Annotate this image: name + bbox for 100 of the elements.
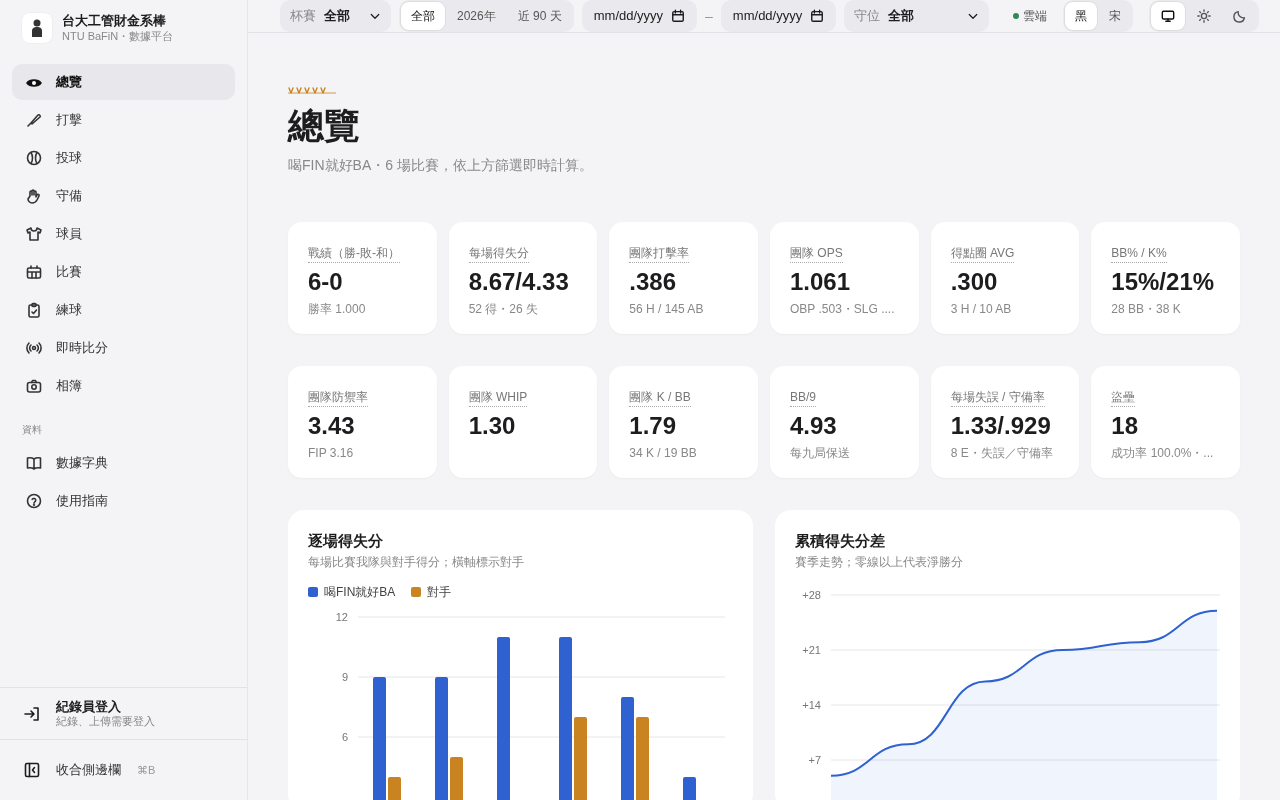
stat-value: 3.43 [308, 411, 356, 442]
sidebar-collapse-icon[interactable] [24, 762, 40, 778]
stat-label: 團隊 WHIP [468, 390, 528, 407]
login-subtitle: 紀錄、上傳需要登入 [56, 714, 155, 729]
page-subtitle: 喝FIN就好BA・6 場比賽，依上方篩選即時計算。 [288, 156, 594, 176]
brand-title: 台大工管財金系棒 [62, 13, 167, 29]
axis-tick-label: 12 [335, 610, 348, 623]
stat-value: 1.33/.929 [950, 411, 1052, 442]
axis-tick-label: 9 [341, 670, 348, 683]
calendar-icon [671, 9, 686, 23]
stat-label: BB% / K% [1111, 246, 1167, 263]
nav-item[interactable]: 比賽 [12, 254, 235, 290]
bar [683, 776, 696, 800]
bat-icon [26, 112, 42, 128]
stat-label: 得點圈 AVG [950, 246, 1015, 263]
nav-item[interactable]: 相簿 [12, 368, 235, 404]
sign-in-icon [24, 705, 40, 722]
stat-value: 1.79 [629, 411, 678, 442]
camera-icon [26, 378, 42, 394]
stat-label: 戰績（勝-敗-和） [308, 246, 400, 263]
nav-item[interactable]: 數據字典 [12, 445, 235, 481]
sync-status: 雲端 [1023, 8, 1048, 25]
nav-item[interactable]: 打擊 [12, 102, 235, 138]
logo-icon [22, 13, 52, 43]
font-toggle[interactable]: 黑 [1065, 2, 1098, 30]
font-toggle[interactable]: 宋 [1099, 2, 1132, 30]
range-tab[interactable]: 近 90 天 [507, 2, 572, 30]
axis-tick-label: +7 [808, 753, 821, 766]
login-button[interactable]: 紀錄員登入 紀錄、上傳需要登入 [0, 688, 247, 740]
stat-label: 每場得失分 [468, 246, 529, 263]
nav-item[interactable]: 球員 [12, 216, 235, 252]
stat-note: 56 H / 145 AB [629, 301, 705, 319]
stat-note: OBP .503・SLG .... [790, 301, 896, 319]
stat-note: 每九局保送 [790, 445, 851, 463]
ball-icon [26, 150, 42, 166]
stat-label: 盜壘 [1111, 390, 1136, 407]
range-tab[interactable]: 全部 [401, 2, 445, 30]
nav-item[interactable]: 投球 [12, 140, 235, 176]
nav-item[interactable]: 守備 [12, 178, 235, 214]
range-tab[interactable]: 2026年 [447, 2, 506, 30]
shirt-icon [26, 226, 42, 242]
nav-item[interactable]: 練球 [12, 292, 235, 328]
brand-subtitle: NTU BaFiN・數據平台 [62, 28, 174, 43]
cup-select[interactable]: 杯賽 全部 [280, 0, 391, 32]
axis-tick-label: +14 [802, 698, 821, 711]
moon-icon [1233, 9, 1248, 23]
stat-value: 4.93 [790, 411, 838, 442]
stat-value: .386 [629, 267, 678, 298]
sun-icon [1197, 9, 1212, 23]
axis-tick-label: 6 [341, 730, 348, 743]
chart-subtitle: 賽季走勢；零線以上代表淨勝分 [795, 553, 964, 571]
monitor-icon [1161, 9, 1176, 23]
stat-value: 6-0 [308, 267, 344, 298]
section-title: 資料 [21, 423, 43, 437]
axis-tick-label: +21 [802, 643, 821, 656]
scoreboard-icon [26, 264, 42, 280]
chart-title: 逐場得失分 [308, 531, 384, 552]
stat-label: 團隊 K / BB [629, 390, 691, 407]
chart-title: 累積得失分差 [795, 531, 886, 552]
stat-note: 成功率 100.0%・... [1111, 445, 1215, 463]
stat-label: 每場失誤 / 守備率 [950, 390, 1045, 407]
glove-icon [26, 188, 42, 204]
page-title: 總覽 [288, 104, 361, 148]
stat-label: BB/9 [790, 390, 816, 407]
stat-value: 18 [1111, 411, 1140, 442]
broadcast-icon [26, 340, 42, 356]
stat-note: 3 H / 10 AB [950, 301, 1013, 319]
clipboard-icon [26, 302, 42, 318]
book-icon [26, 455, 42, 471]
calendar-icon [810, 9, 825, 23]
stat-note: 28 BB・38 K [1111, 301, 1182, 319]
theme-toggle[interactable] [1151, 2, 1186, 30]
nav-item[interactable]: 總覽 [12, 64, 235, 100]
stat-value: 15%/21% [1111, 267, 1216, 298]
stat-label: 團隊打擊率 [629, 246, 690, 263]
login-title: 紀錄員登入 [56, 698, 122, 715]
range-separator: – [705, 6, 713, 26]
date-field[interactable]: mm/dd/yyyy [581, 0, 698, 32]
bar [388, 776, 401, 800]
stat-value: .300 [950, 267, 999, 298]
date-field[interactable]: mm/dd/yyyy [720, 0, 837, 32]
stat-note: 34 K / 19 BB [629, 445, 698, 463]
nav-item[interactable]: 即時比分 [12, 330, 235, 366]
collapse-sidebar-link[interactable]: 收合側邊欄 [56, 760, 121, 780]
legend-swatch [308, 586, 318, 597]
stitch-icon [288, 86, 336, 94]
position-select[interactable]: 守位 全部 [844, 0, 990, 32]
stat-label: 團隊防禦率 [308, 390, 368, 407]
axis-tick-label: +28 [802, 588, 821, 601]
nav-item[interactable]: 使用指南 [12, 483, 235, 519]
stat-note: 勝率 1.000 [308, 301, 367, 319]
help-icon [26, 493, 42, 509]
stat-label: 團隊 OPS [790, 246, 843, 263]
stat-value: 1.061 [790, 267, 852, 298]
stat-note: 8 E・失誤／守備率 [950, 445, 1054, 463]
stat-value: 1.30 [468, 411, 517, 442]
chart-subtitle: 每場比賽我隊與對手得分；橫軸標示對手 [308, 553, 525, 571]
bar [450, 756, 463, 800]
stat-note: FIP 3.16 [308, 445, 355, 463]
shortcut-hint: ⌘B [137, 762, 156, 778]
